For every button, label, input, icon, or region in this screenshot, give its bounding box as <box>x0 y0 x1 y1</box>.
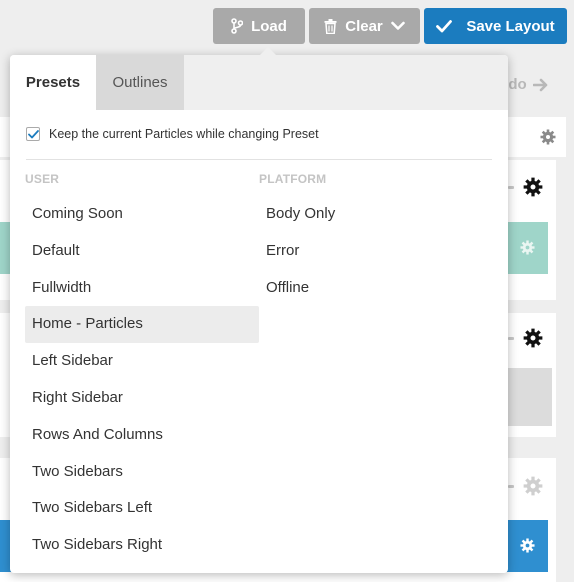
preset-item[interactable]: Rows And Columns <box>25 417 259 454</box>
gear-icon[interactable] <box>520 240 535 255</box>
preset-item[interactable]: Two Sidebars Right <box>25 527 259 564</box>
trash-icon <box>324 18 337 34</box>
tab-presets[interactable]: Presets <box>10 55 96 110</box>
preset-item[interactable]: Two Sidebars Left <box>25 490 259 527</box>
tab-outlines-label: Outlines <box>112 74 168 91</box>
gear-icon[interactable] <box>523 328 543 348</box>
platform-preset-item[interactable]: Body Only <box>259 196 493 233</box>
popover-tabs: Presets Outlines <box>10 55 508 110</box>
user-presets-list: Coming Soon Default Fullwidth Home - Par… <box>25 196 259 564</box>
gear-icon[interactable] <box>520 538 535 553</box>
tab-outlines[interactable]: Outlines <box>96 55 184 110</box>
preset-item-highlighted[interactable]: Home - Particles <box>25 306 259 344</box>
preset-item[interactable]: Default <box>25 233 259 270</box>
clear-button[interactable]: Clear <box>309 8 420 44</box>
gear-icon[interactable] <box>523 476 543 496</box>
divider <box>26 159 492 160</box>
preset-item[interactable]: Two Sidebars <box>25 454 259 491</box>
keep-particles-option[interactable]: Keep the current Particles while changin… <box>26 127 319 141</box>
arrow-right-icon <box>532 78 547 91</box>
user-presets-heading: USER <box>25 172 60 186</box>
check-icon <box>27 129 39 138</box>
drag-handle-icon[interactable] <box>508 186 514 189</box>
popover-caret <box>260 47 276 55</box>
layout-toolbar: Load Clear Save Layout <box>0 8 574 44</box>
keep-particles-label: Keep the current Particles while changin… <box>49 127 319 141</box>
chevron-down-icon[interactable] <box>390 21 405 31</box>
preset-item[interactable]: Coming Soon <box>25 196 259 233</box>
load-presets-popover: Presets Outlines Keep the current Partic… <box>10 47 508 573</box>
clear-label: Clear <box>345 17 383 35</box>
drag-handle-icon[interactable] <box>508 337 514 340</box>
gear-icon[interactable] <box>523 177 543 197</box>
preset-item[interactable]: Left Sidebar <box>25 343 259 380</box>
tab-presets-label: Presets <box>25 74 81 91</box>
keep-particles-checkbox[interactable] <box>26 127 40 141</box>
load-button[interactable]: Load <box>213 8 305 44</box>
platform-presets-heading: PLATFORM <box>259 172 327 186</box>
save-layout-button[interactable]: Save Layout <box>424 8 567 44</box>
save-layout-label: Save Layout <box>466 17 555 35</box>
preset-item[interactable]: Right Sidebar <box>25 380 259 417</box>
check-icon <box>436 19 453 33</box>
platform-preset-item[interactable]: Error <box>259 233 493 270</box>
preset-item[interactable]: Fullwidth <box>25 270 259 307</box>
load-label: Load <box>251 17 287 35</box>
gear-icon[interactable] <box>540 129 556 145</box>
branch-icon <box>231 18 244 34</box>
drag-handle-icon[interactable] <box>508 485 514 488</box>
platform-presets-list: Body Only Error Offline <box>259 196 493 306</box>
platform-preset-item[interactable]: Offline <box>259 270 493 307</box>
